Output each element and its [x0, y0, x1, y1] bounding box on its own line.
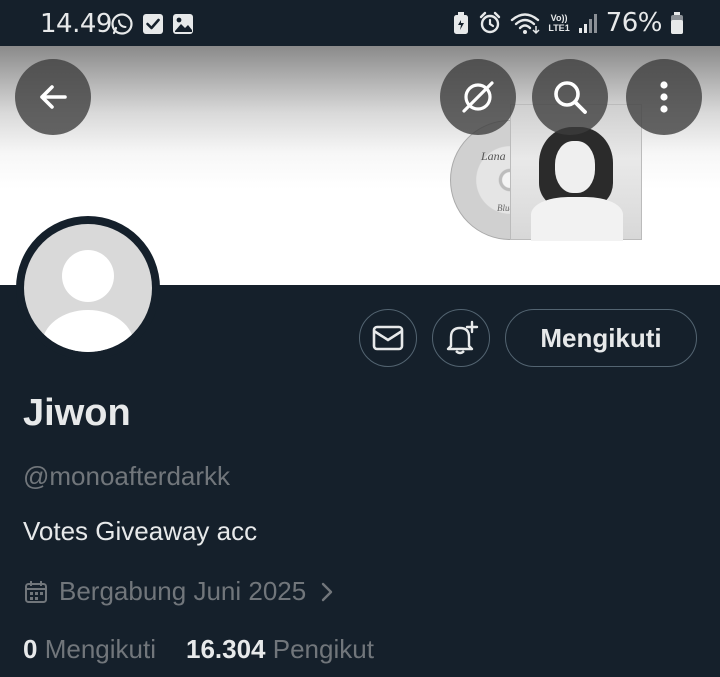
joined-label: Bergabung Juni 2025: [59, 576, 307, 606]
profile-bio: Votes Giveaway acc: [23, 516, 258, 546]
search-button[interactable]: [532, 59, 608, 135]
joined-date[interactable]: Bergabung Juni 2025: [23, 576, 338, 607]
followers-stat[interactable]: 16.304 Pengikut: [186, 634, 374, 665]
following-stat[interactable]: 0 Mengikuti: [23, 634, 156, 665]
back-button[interactable]: [15, 59, 91, 135]
battery-icon: [671, 12, 683, 34]
status-time: 14.49: [40, 9, 112, 39]
message-button[interactable]: [359, 309, 417, 367]
status-right-icons: Vo)) LTE1 76%: [452, 8, 684, 38]
notifications-button[interactable]: [432, 309, 490, 367]
profile-handle: @monoafterdarkk: [23, 461, 231, 491]
more-options-button[interactable]: [626, 59, 702, 135]
back-icon: [40, 85, 67, 109]
following-label: Mengikuti: [44, 634, 156, 664]
avatar: [24, 224, 152, 352]
bell-plus-icon: [446, 320, 479, 355]
gallery-icon: [173, 14, 193, 34]
following-button[interactable]: Mengikuti: [505, 309, 697, 367]
profile-name: Jiwon: [23, 392, 131, 434]
whatsapp-icon: [111, 13, 133, 35]
followers-label: Pengikut: [272, 634, 374, 664]
grok-button[interactable]: [440, 59, 516, 135]
alarm-icon: [480, 11, 501, 34]
battery-saver-icon: [454, 12, 469, 34]
status-bar: 14.49 Vo)) LTE1 76%: [0, 0, 720, 46]
mail-icon: [372, 325, 404, 351]
signal-icon: [578, 14, 597, 33]
following-count: 0: [23, 634, 38, 664]
more-vertical-icon: [660, 81, 668, 113]
battery-percent: 76%: [605, 8, 663, 38]
volte-lte-icon: Vo)) LTE1: [548, 13, 570, 33]
avatar-container[interactable]: [16, 216, 160, 360]
followers-count: 16.304: [185, 634, 266, 664]
calendar-icon: [25, 580, 47, 603]
grok-icon: [462, 81, 494, 113]
chevron-right-icon: [322, 582, 333, 601]
search-icon: [554, 81, 587, 114]
wifi-icon: [511, 13, 540, 35]
status-left-icons: [110, 12, 194, 36]
checkbox-notification-icon: [143, 14, 163, 34]
profile-stats: 0 Mengikuti 16.304 Pengikut: [23, 634, 374, 665]
